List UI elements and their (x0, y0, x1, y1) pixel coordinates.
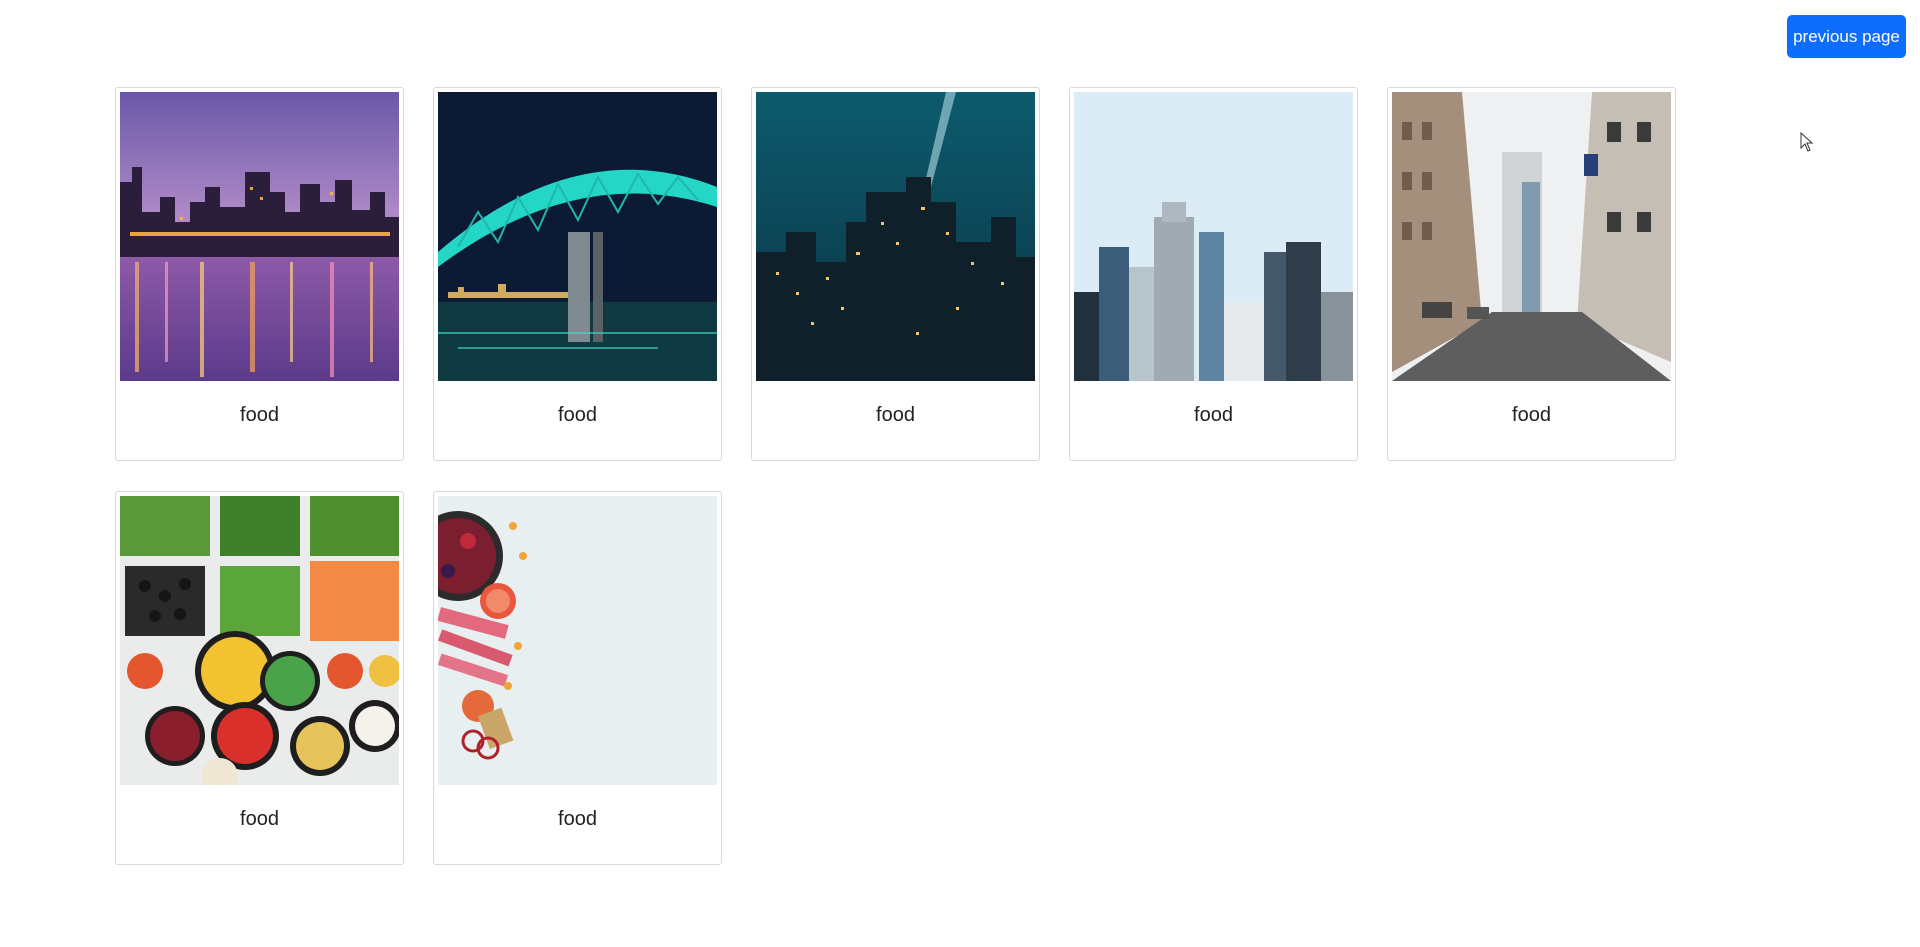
card-caption: food (558, 404, 597, 426)
card[interactable]: food (751, 87, 1040, 461)
page: previous page food food food food food f… (0, 0, 1920, 947)
card[interactable]: food (433, 491, 722, 865)
card-caption: food (240, 404, 279, 426)
previous-page-button[interactable]: previous page (1787, 15, 1906, 58)
card-caption: food (1512, 404, 1551, 426)
card-image-city-searchlight[interactable] (756, 92, 1035, 381)
card[interactable]: food (1069, 87, 1358, 461)
card[interactable]: food (1387, 87, 1676, 461)
card-caption: food (558, 808, 597, 830)
card-image-bridge-night[interactable] (438, 92, 717, 381)
mouse-cursor-icon (1800, 132, 1814, 152)
card-image-city-street[interactable] (1392, 92, 1671, 381)
card-image-skyscrapers[interactable] (1074, 92, 1353, 381)
card-caption: food (1194, 404, 1233, 426)
card-image-skyline-dusk[interactable] (120, 92, 399, 381)
card[interactable]: food (433, 87, 722, 461)
card-caption: food (240, 808, 279, 830)
card-caption: food (876, 404, 915, 426)
card[interactable]: food (115, 87, 404, 461)
card-grid: food food food food food food food (115, 87, 1676, 865)
card-image-fruit-flatlay[interactable] (438, 496, 717, 785)
card[interactable]: food (115, 491, 404, 865)
card-image-vegetable-platter[interactable] (120, 496, 399, 785)
